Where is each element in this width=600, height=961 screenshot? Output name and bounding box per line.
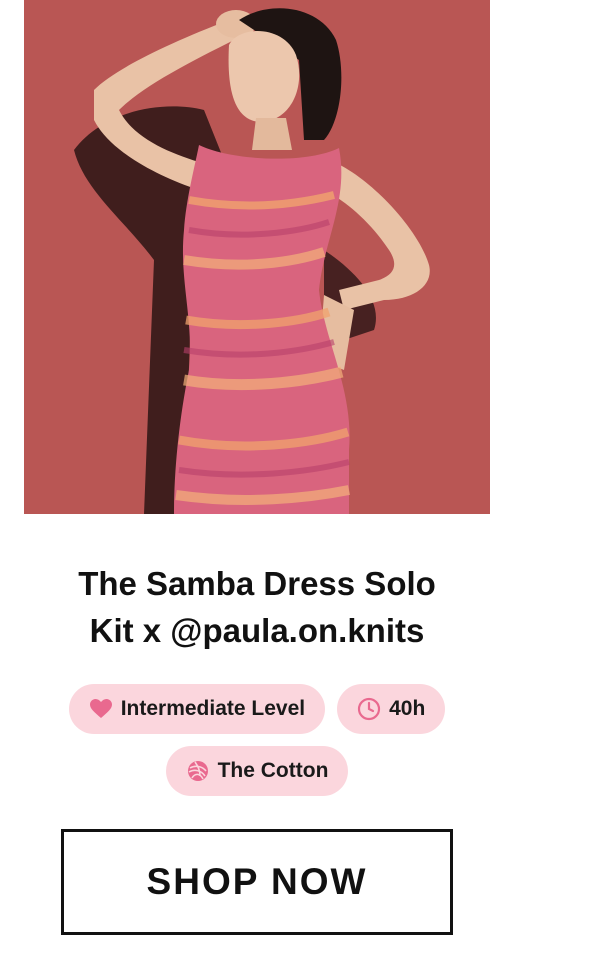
product-card: The Samba Dress Solo Kit x @paula.on.kni… <box>0 0 514 961</box>
yarn-tag-row: The Cotton <box>0 746 514 796</box>
product-title[interactable]: The Samba Dress Solo Kit x @paula.on.kni… <box>0 560 514 654</box>
clock-icon <box>357 697 381 721</box>
product-title-line-2: Kit x @paula.on.knits <box>89 612 425 649</box>
heart-icon <box>89 697 113 721</box>
level-tag-label: Intermediate Level <box>120 697 306 720</box>
product-image <box>24 0 490 514</box>
product-photo[interactable] <box>24 0 490 514</box>
yarn-ball-icon <box>186 759 210 783</box>
shop-now-button[interactable]: SHOP NOW <box>61 829 453 935</box>
level-tag: Intermediate Level <box>68 684 326 734</box>
product-title-line-1: The Samba Dress Solo <box>78 565 436 602</box>
time-tag: 40h <box>337 684 446 734</box>
yarn-tag-label: The Cotton <box>217 759 329 782</box>
yarn-tag: The Cotton <box>165 746 349 796</box>
time-tag-label: 40h <box>389 697 426 720</box>
product-tags: Intermediate Level 40h The Cotton <box>0 684 514 796</box>
